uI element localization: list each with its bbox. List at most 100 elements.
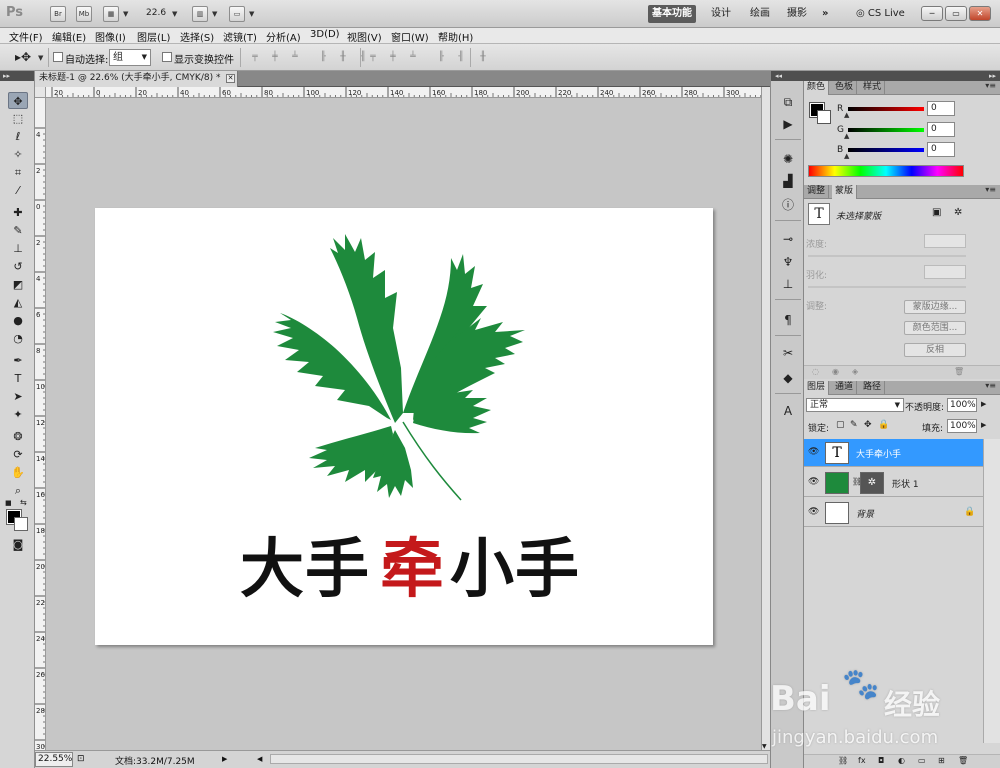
panel-menu-icon[interactable]: ▾≡ (985, 185, 996, 194)
character-panel-icon[interactable]: A (780, 403, 796, 419)
menu-layer[interactable]: 图层(L) (137, 29, 170, 44)
workspace-painting[interactable]: 绘画 (746, 5, 774, 23)
chevron-down-icon[interactable]: ▼ (249, 10, 254, 18)
path-select-tool-icon[interactable]: ➤ (8, 388, 28, 405)
tab-paths[interactable]: 路径 (860, 381, 886, 395)
align-left-icon[interactable]: ╟ (316, 52, 330, 63)
healing-brush-tool-icon[interactable]: ✚ (8, 204, 28, 221)
chevron-down-icon[interactable]: ▼ (212, 10, 217, 18)
zoom-tool-icon[interactable]: ⌕ (8, 482, 28, 499)
align-bottom-icon[interactable]: ╧ (288, 52, 302, 63)
more-workspaces-button[interactable]: » (818, 5, 832, 23)
hand-tool-icon[interactable]: ✋ (8, 464, 28, 481)
distribute-vcenter-icon[interactable]: ╪ (386, 52, 400, 63)
auto-select-checkbox[interactable] (53, 52, 63, 62)
show-transform-checkbox[interactable] (162, 52, 172, 62)
menu-select[interactable]: 选择(S) (180, 29, 214, 44)
canvas-area[interactable]: 大手 牵 小手 (46, 98, 761, 750)
quick-select-tool-icon[interactable]: ✧ (8, 146, 28, 163)
pen-tool-icon[interactable]: ✒ (8, 352, 28, 369)
menu-file[interactable]: 文件(F) (9, 29, 43, 44)
paint-bucket-tool-icon[interactable]: ◭ (8, 294, 28, 311)
3d-panel-icon[interactable]: ◆ (780, 370, 796, 386)
blue-slider[interactable] (848, 148, 924, 152)
screen-mode-button[interactable]: ▭ (229, 6, 245, 22)
lock-all-icon[interactable]: 🔒 (878, 420, 889, 430)
background-color-swatch[interactable] (817, 110, 831, 124)
lock-pixels-icon[interactable]: ✎ (850, 420, 858, 430)
artboard[interactable]: 大手 牵 小手 (95, 208, 713, 645)
history-brush-tool-icon[interactable]: ↺ (8, 258, 28, 275)
opacity-slider-arrow-icon[interactable]: ▶ (981, 400, 986, 408)
marquee-tool-icon[interactable]: ⬚ (8, 110, 28, 127)
color-range-button[interactable]: 颜色范围... (904, 321, 966, 335)
vertical-ruler[interactable]: 4 2 0 2 4 6 8 10 12 14 16 18 20 22 24 26 28 30 (35, 98, 46, 750)
tab-swatches[interactable]: 色板 (832, 81, 858, 95)
background-color-swatch[interactable] (14, 517, 28, 531)
apply-mask-icon[interactable]: ◈ (852, 367, 858, 376)
invert-button[interactable]: 反相 (904, 343, 966, 357)
eyedropper-tool-icon[interactable]: ⁄ (8, 182, 28, 199)
align-vcenter-icon[interactable]: ╪ (268, 52, 282, 63)
lock-transparency-icon[interactable]: ▢ (836, 420, 845, 430)
ruler-origin[interactable] (35, 87, 46, 98)
tab-styles[interactable]: 样式 (860, 81, 886, 95)
distribute-top-icon[interactable]: ╤ (366, 52, 380, 63)
layer-style-icon[interactable]: fx (858, 756, 866, 765)
menu-3d[interactable]: 3D(D) (310, 29, 340, 40)
lasso-tool-icon[interactable]: ℓ (8, 128, 28, 145)
close-tab-icon[interactable]: ✕ (226, 74, 235, 83)
align-hcenter-icon[interactable]: ╫ (336, 52, 350, 63)
vector-mask-icon[interactable]: ✲ (954, 207, 962, 218)
tab-color[interactable]: 颜色 (804, 81, 830, 95)
panel-menu-icon[interactable]: ▾≡ (985, 81, 996, 90)
green-value-field[interactable]: 0 (927, 122, 955, 137)
crop-tool-icon[interactable]: ⌗ (8, 164, 28, 181)
layers-scrollbar[interactable] (983, 439, 1000, 743)
load-selection-icon[interactable]: ◌ (812, 367, 819, 376)
dodge-tool-icon[interactable]: ◔ (8, 330, 28, 347)
status-menu-arrow-icon[interactable]: ▶ (222, 755, 227, 763)
vertical-scrollbar[interactable]: ▼ (761, 87, 770, 750)
tab-masks[interactable]: 蒙版 (832, 185, 858, 199)
menu-window[interactable]: 窗口(W) (391, 29, 429, 44)
adjustment-layer-icon[interactable]: ◐ (898, 756, 905, 765)
default-colors-icon[interactable]: ■ (5, 499, 12, 507)
zoom-percent-field[interactable]: 22.55% (35, 752, 73, 767)
auto-align-icon[interactable]: ╫ (476, 52, 490, 63)
info-panel-icon[interactable]: ⓘ (780, 197, 796, 213)
3d-orbit-tool-icon[interactable]: ⟳ (8, 446, 28, 463)
align-top-icon[interactable]: ╤ (248, 52, 262, 63)
distribute-left-icon[interactable]: ╟ (434, 52, 448, 63)
blur-tool-icon[interactable]: ● (8, 312, 28, 329)
view-extras-button[interactable]: ▦ (103, 6, 119, 22)
scroll-left-icon[interactable]: ◀ (257, 755, 262, 763)
brush-presets-icon[interactable]: ♆ (780, 254, 796, 270)
pixel-mask-icon[interactable]: ▣ (932, 207, 941, 218)
tool-presets-icon[interactable]: ✂ (780, 345, 796, 361)
quick-mask-icon[interactable]: ◙ (8, 536, 28, 553)
menu-analysis[interactable]: 分析(A) (266, 29, 301, 44)
chevron-down-icon[interactable]: ▼ (38, 54, 43, 62)
clone-source-icon[interactable]: ⊥ (780, 276, 796, 292)
workspace-photography[interactable]: 摄影 (783, 5, 811, 23)
blend-mode-dropdown[interactable]: 正常 ▼ (806, 398, 904, 412)
tab-channels[interactable]: 通道 (832, 381, 858, 395)
tab-adjustments[interactable]: 调整 (804, 185, 830, 199)
trash-icon[interactable]: 🗑 (958, 756, 968, 765)
workspace-design[interactable]: 设计 (707, 5, 735, 23)
paragraph-panel-icon[interactable]: ¶ (780, 312, 796, 328)
panel-grip[interactable]: ▸▸ (804, 71, 1000, 81)
auto-select-dropdown[interactable]: 组 ▼ (109, 49, 151, 66)
history-panel-icon[interactable]: ⧉ (780, 94, 796, 110)
brushes-panel-icon[interactable]: ⊸ (780, 231, 796, 247)
density-slider[interactable] (808, 255, 966, 257)
density-field[interactable] (924, 234, 966, 248)
slider-thumb-icon[interactable]: ▲ (844, 152, 849, 160)
actions-panel-icon[interactable]: ▶ (780, 116, 796, 132)
eye-icon[interactable]: 👁 (808, 447, 819, 457)
add-mask-icon[interactable]: ◘ (878, 756, 884, 765)
mask-edge-button[interactable]: 蒙版边缘... (904, 300, 966, 314)
panel-grip[interactable]: ▸▸ (0, 71, 34, 81)
clone-stamp-tool-icon[interactable]: ⊥ (8, 240, 28, 257)
